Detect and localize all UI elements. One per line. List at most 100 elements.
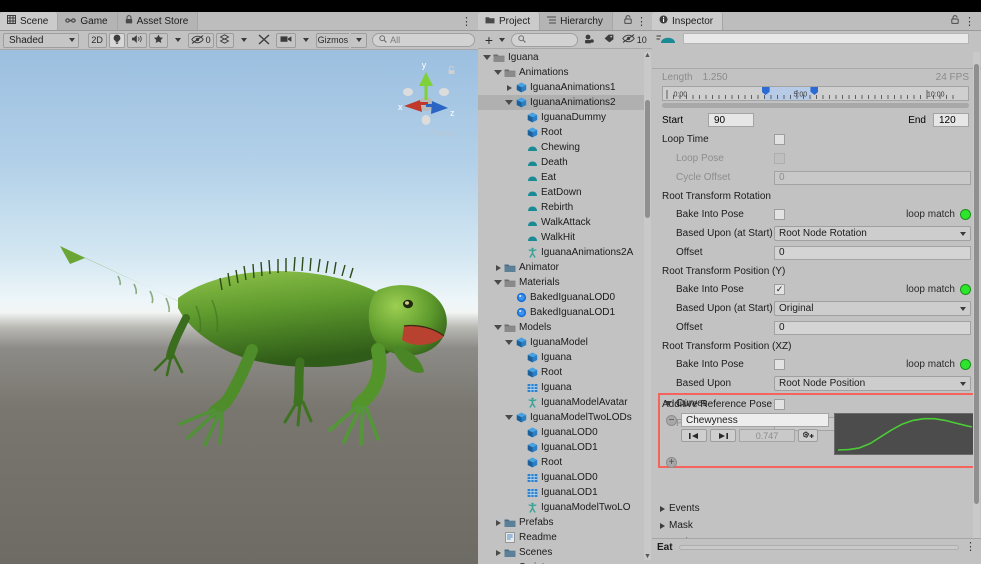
loop-time-checkbox[interactable] [774,134,785,145]
chevron-down-icon[interactable] [499,38,505,42]
draw-mode-dropdown[interactable]: Shaded [3,33,79,48]
project-scrollbar[interactable]: ▲ ▼ [644,52,651,560]
foldout-curves[interactable]: Curves [660,396,976,411]
scene-grid-toggle[interactable] [216,33,235,48]
scene-grid-dropdown[interactable] [236,33,252,48]
inspector-scrollbar[interactable] [973,52,980,547]
minus-circle-icon[interactable]: − [666,415,677,426]
footer-progress-bar[interactable] [679,545,959,550]
scene-camera-dropdown[interactable] [298,33,314,48]
tab-game[interactable]: Game [58,12,117,30]
add-keyframe-icon[interactable] [798,429,818,442]
tree-item[interactable]: Death [478,155,644,170]
next-keyframe-icon[interactable] [710,429,736,442]
tree-item[interactable]: IguanaModel [478,335,644,350]
tree-item[interactable]: IguanaLOD1 [478,440,644,455]
based-upon-dropdown[interactable]: Original [774,301,971,316]
scene-fx-dropdown[interactable] [170,33,186,48]
scene-kebab-menu-icon[interactable]: ⋮ [461,18,478,30]
timeline-scrollbar[interactable] [662,103,969,108]
curve-name-field[interactable]: Chewyness [681,413,829,427]
tree-item[interactable]: Animations [478,65,644,80]
tree-item[interactable]: IguanaLOD0 [478,470,644,485]
scene-component-tools-button[interactable] [254,33,274,48]
scene-hidden-objects-toggle[interactable]: 0 [188,33,214,48]
inspector-lock-icon[interactable] [951,15,959,30]
plus-circle-icon[interactable]: + [666,457,677,468]
create-asset-button[interactable]: + [481,32,497,47]
projection-label[interactable]: ‹Persp [424,128,454,138]
scene-viewport[interactable]: y x z ‹Persp [0,50,478,564]
project-hidden-toggle[interactable]: 10 [620,32,649,47]
chevron-right-icon[interactable] [493,520,503,526]
loop-pose-checkbox[interactable] [774,153,785,164]
based-upon-dropdown[interactable]: Root Node Position [774,376,971,391]
tree-item[interactable]: Chewing [478,140,644,155]
tab-scene[interactable]: Scene [0,12,58,30]
chevron-down-icon[interactable] [493,280,503,285]
tab-inspector[interactable]: Inspector [652,12,723,30]
tree-item[interactable]: Iguana [478,50,644,65]
foldout-events[interactable]: Events [652,500,981,517]
offset-field[interactable]: 0 [774,246,971,260]
tree-item[interactable]: Root [478,125,644,140]
tree-item[interactable]: IguanaAnimations1 [478,80,644,95]
scroll-up-arrow-icon[interactable]: ▲ [644,52,651,59]
tree-item[interactable]: IguanaModelAvatar [478,395,644,410]
chevron-down-icon[interactable] [504,415,514,420]
tab-hierarchy[interactable]: Hierarchy [540,12,613,30]
scene-search-input[interactable]: All [372,33,475,47]
scene-audio-toggle[interactable] [127,33,147,48]
project-search-input[interactable] [511,33,578,47]
tree-item[interactable]: WalkHit [478,230,644,245]
tree-item[interactable]: IguanaLOD0 [478,425,644,440]
chevron-down-icon[interactable] [493,325,503,330]
tree-item[interactable]: IguanaModelTwoLODs [478,410,644,425]
toggle-2d-button[interactable]: 2D [88,33,107,48]
tab-project[interactable]: Project [478,12,540,30]
tree-item[interactable]: Iguana [478,380,644,395]
timeline-ruler[interactable]: 0:005:0010:00 [662,86,969,101]
foldout-mask[interactable]: Mask [652,517,981,534]
cycle-offset-field[interactable]: 0 [774,171,971,185]
filter-by-type-button[interactable] [580,32,598,47]
footer-kebab-menu-icon[interactable]: ⋮ [965,543,976,552]
chevron-down-icon[interactable] [504,340,514,345]
inspector-scrollbar-thumb[interactable] [974,64,979,504]
chevron-right-icon[interactable] [493,550,503,556]
project-asset-tree[interactable]: IguanaAnimationsIguanaAnimations1IguanaA… [478,50,644,564]
chevron-down-icon[interactable] [504,100,514,105]
curve-preview-graph[interactable] [834,413,976,455]
tree-item[interactable]: IguanaLOD1 [478,485,644,500]
chevron-down-icon[interactable] [493,70,503,75]
end-value-field[interactable]: 120 [933,113,969,127]
tree-item[interactable]: Scenes [478,545,644,560]
tree-item[interactable]: Root [478,455,644,470]
tree-item[interactable]: Animator [478,260,644,275]
clip-name-field[interactable] [683,33,969,44]
tree-item[interactable]: Rebirth [478,200,644,215]
curve-value-field[interactable]: 0.747 [739,429,795,442]
tree-item[interactable]: IguanaAnimations2A [478,245,644,260]
tree-item[interactable]: IguanaDummy [478,110,644,125]
tree-item[interactable]: BakedIguanaLOD0 [478,290,644,305]
offset-field[interactable]: 0 [774,321,971,335]
inspector-kebab-menu-icon[interactable]: ⋮ [964,18,981,30]
tree-item[interactable]: IguanaAnimations2 [478,95,644,110]
scroll-down-arrow-icon[interactable]: ▼ [644,553,651,560]
tree-item[interactable]: BakedIguanaLOD1 [478,305,644,320]
based-upon-dropdown[interactable]: Root Node Rotation [774,226,971,241]
tree-item[interactable]: Iguana [478,350,644,365]
project-scrollbar-thumb[interactable] [645,100,650,218]
tree-item[interactable]: Prefabs [478,515,644,530]
scene-lighting-toggle[interactable] [109,33,125,48]
chevron-right-icon[interactable] [504,85,514,91]
bake-into-pose-checkbox[interactable]: ✓ [774,284,785,295]
tree-item[interactable]: Root [478,365,644,380]
chevron-right-icon[interactable] [493,265,503,271]
tab-asset-store[interactable]: Asset Store [118,12,199,30]
start-value-field[interactable]: 90 [708,113,754,127]
tree-item[interactable]: IguanaModelTwoLO [478,500,644,515]
tree-item[interactable]: Materials [478,275,644,290]
tree-item[interactable]: Eat [478,170,644,185]
